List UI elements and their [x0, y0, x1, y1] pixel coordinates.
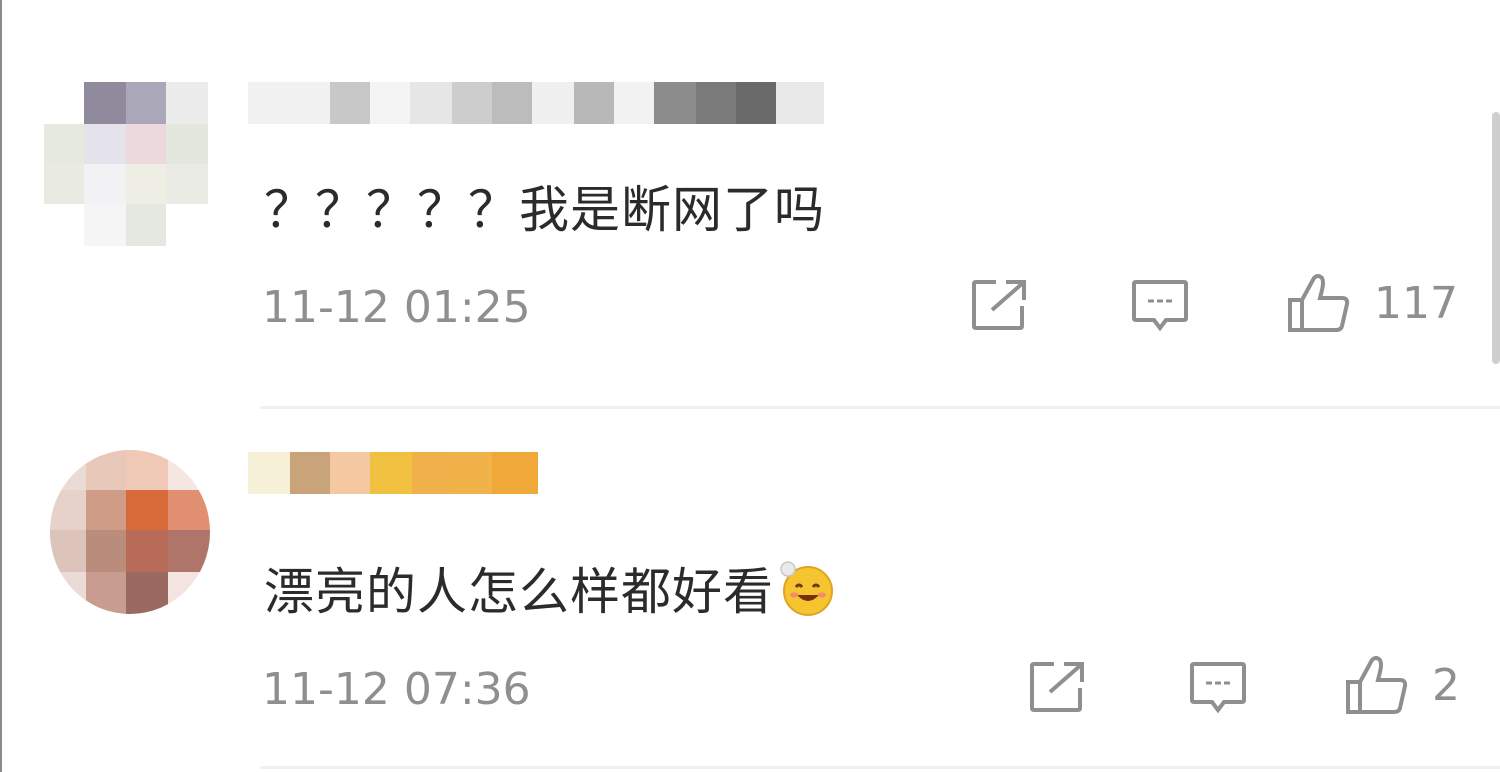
thumbs-up-icon	[1288, 274, 1350, 332]
avatar[interactable]	[50, 450, 210, 614]
smiling-emoji-icon	[778, 559, 833, 616]
like-button[interactable]: 117	[1286, 272, 1458, 334]
comment-text: 漂亮的人怎么样都好看	[264, 552, 833, 624]
reply-button[interactable]	[1188, 660, 1248, 716]
like-count: 117	[1374, 277, 1458, 329]
comment-timestamp: 11-12 07:36	[262, 664, 531, 715]
thumbs-up-icon	[1346, 656, 1408, 714]
scrollbar[interactable]	[1492, 112, 1500, 364]
like-count: 2	[1432, 659, 1460, 711]
comment-text-content: 漂亮的人怎么样都好看	[264, 563, 774, 621]
share-button[interactable]	[970, 278, 1030, 332]
comment-text: ？？？？？我是断网了吗	[264, 181, 825, 239]
comment-icon	[1132, 280, 1188, 332]
share-icon	[1030, 662, 1084, 712]
comment-timestamp: 11-12 01:25	[262, 282, 531, 333]
comment-icon	[1190, 662, 1246, 714]
like-button[interactable]: 2	[1344, 654, 1460, 716]
share-icon	[972, 280, 1026, 330]
divider	[260, 766, 1500, 769]
share-button[interactable]	[1028, 660, 1088, 714]
avatar[interactable]	[44, 82, 208, 246]
username[interactable]	[248, 452, 538, 494]
reply-button[interactable]	[1130, 278, 1190, 334]
comment-item: ？？？？？我是断网了吗 11-12 01:25 117	[2, 0, 1500, 408]
username[interactable]	[248, 82, 824, 124]
comment-list: ？？？？？我是断网了吗 11-12 01:25 117 漂亮的人怎么样都好看 1…	[0, 0, 1500, 772]
